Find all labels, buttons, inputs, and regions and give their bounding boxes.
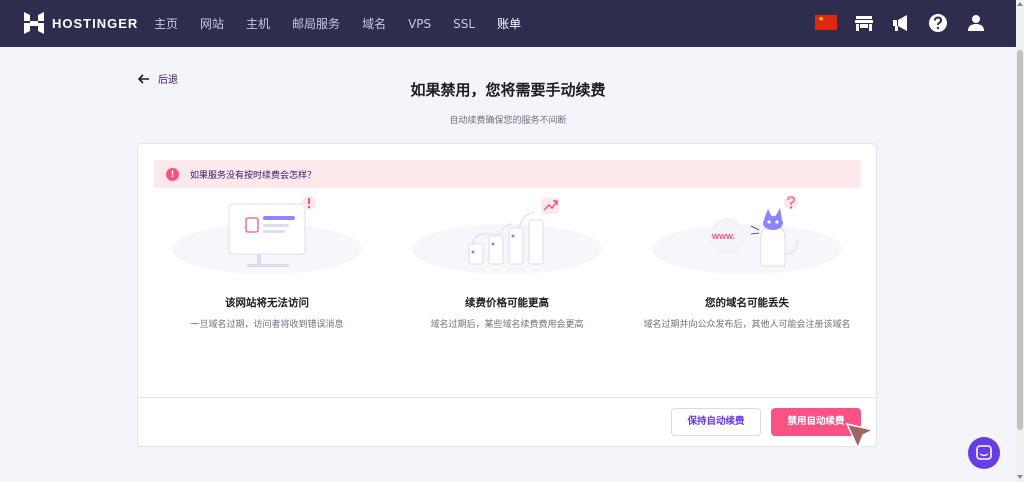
consequence-website-offline: 该网站将无法访问 一旦域名过期，访问者将收到错误消息 <box>147 194 387 384</box>
www-label: www. <box>711 231 735 241</box>
column-description: 域名过期后，某些域名续费费用会更高 <box>430 320 584 330</box>
warning-alert: ! 如果服务没有按时续费会怎样？ <box>154 160 861 188</box>
broken-website-illustration <box>172 196 362 274</box>
column-title: 您的域名可能丢失 <box>705 297 789 309</box>
nav-item-email[interactable]: 邮局服务 <box>292 15 340 32</box>
nav-item-ssl[interactable]: SSL <box>453 17 475 31</box>
megaphone-icon[interactable] <box>891 13 911 33</box>
nav-item-vps[interactable]: VPS <box>408 17 431 31</box>
card-divider <box>138 397 876 398</box>
column-title: 该网站将无法访问 <box>225 297 309 309</box>
scrollbar-thumb[interactable] <box>1017 50 1023 430</box>
nav-item-billing[interactable]: 账单 <box>497 15 521 32</box>
nav-item-home[interactable]: 主页 <box>154 15 178 32</box>
help-icon[interactable] <box>928 13 948 33</box>
alert-text: 如果服务没有按时续费会怎样？ <box>190 170 317 181</box>
store-icon[interactable] <box>854 13 874 33</box>
hostinger-logo-icon <box>24 12 44 34</box>
page-subtitle: 自动续费确保您的服务不间断 <box>449 116 567 126</box>
main-nav: 主页 网站 主机 邮局服务 域名 VPS SSL 账单 <box>154 0 543 47</box>
hostinger-logo[interactable]: HOSTINGER <box>24 12 138 34</box>
nav-item-hosting[interactable]: 主机 <box>246 15 270 32</box>
nav-item-websites[interactable]: 网站 <box>200 15 224 32</box>
scroll-down-arrow-icon[interactable] <box>1017 475 1023 479</box>
nav-item-domains[interactable]: 域名 <box>362 15 386 32</box>
column-description: 一旦域名过期，访问者将收到错误消息 <box>190 320 344 330</box>
exclamation-icon: ! <box>166 167 179 181</box>
chat-icon <box>976 445 992 460</box>
consequence-domain-lost: www. 您的域名可能丢失 域名过期并向公众发布后，其他人可能会注册该域名 <box>627 194 867 384</box>
disable-autorenew-card: ! 如果服务没有按时续费会怎样？ 该网站将无法访问 一旦域名过期，访问者将收到错… <box>137 143 877 447</box>
mouse-cursor-icon <box>845 422 875 450</box>
brand-name: HOSTINGER <box>52 15 139 31</box>
china-flag-icon[interactable]: ★ <box>815 15 837 30</box>
page-title: 如果禁用，您将需要手动续费 <box>410 81 606 99</box>
column-title: 续费价格可能更高 <box>465 297 549 309</box>
lost-domain-illustration: www. <box>652 195 842 274</box>
live-chat-button[interactable] <box>968 437 1000 469</box>
consequence-higher-price: 续费价格可能更高 域名过期后，某些域名续费费用会更高 <box>387 194 627 384</box>
column-description: 域名过期并向公众发布后，其他人可能会注册该域名 <box>643 320 851 330</box>
user-icon[interactable] <box>966 13 986 33</box>
price-rise-illustration <box>412 198 602 274</box>
scroll-up-arrow-icon[interactable] <box>1017 2 1023 6</box>
keep-autorenew-button[interactable]: 保持自动续费 <box>671 408 761 436</box>
